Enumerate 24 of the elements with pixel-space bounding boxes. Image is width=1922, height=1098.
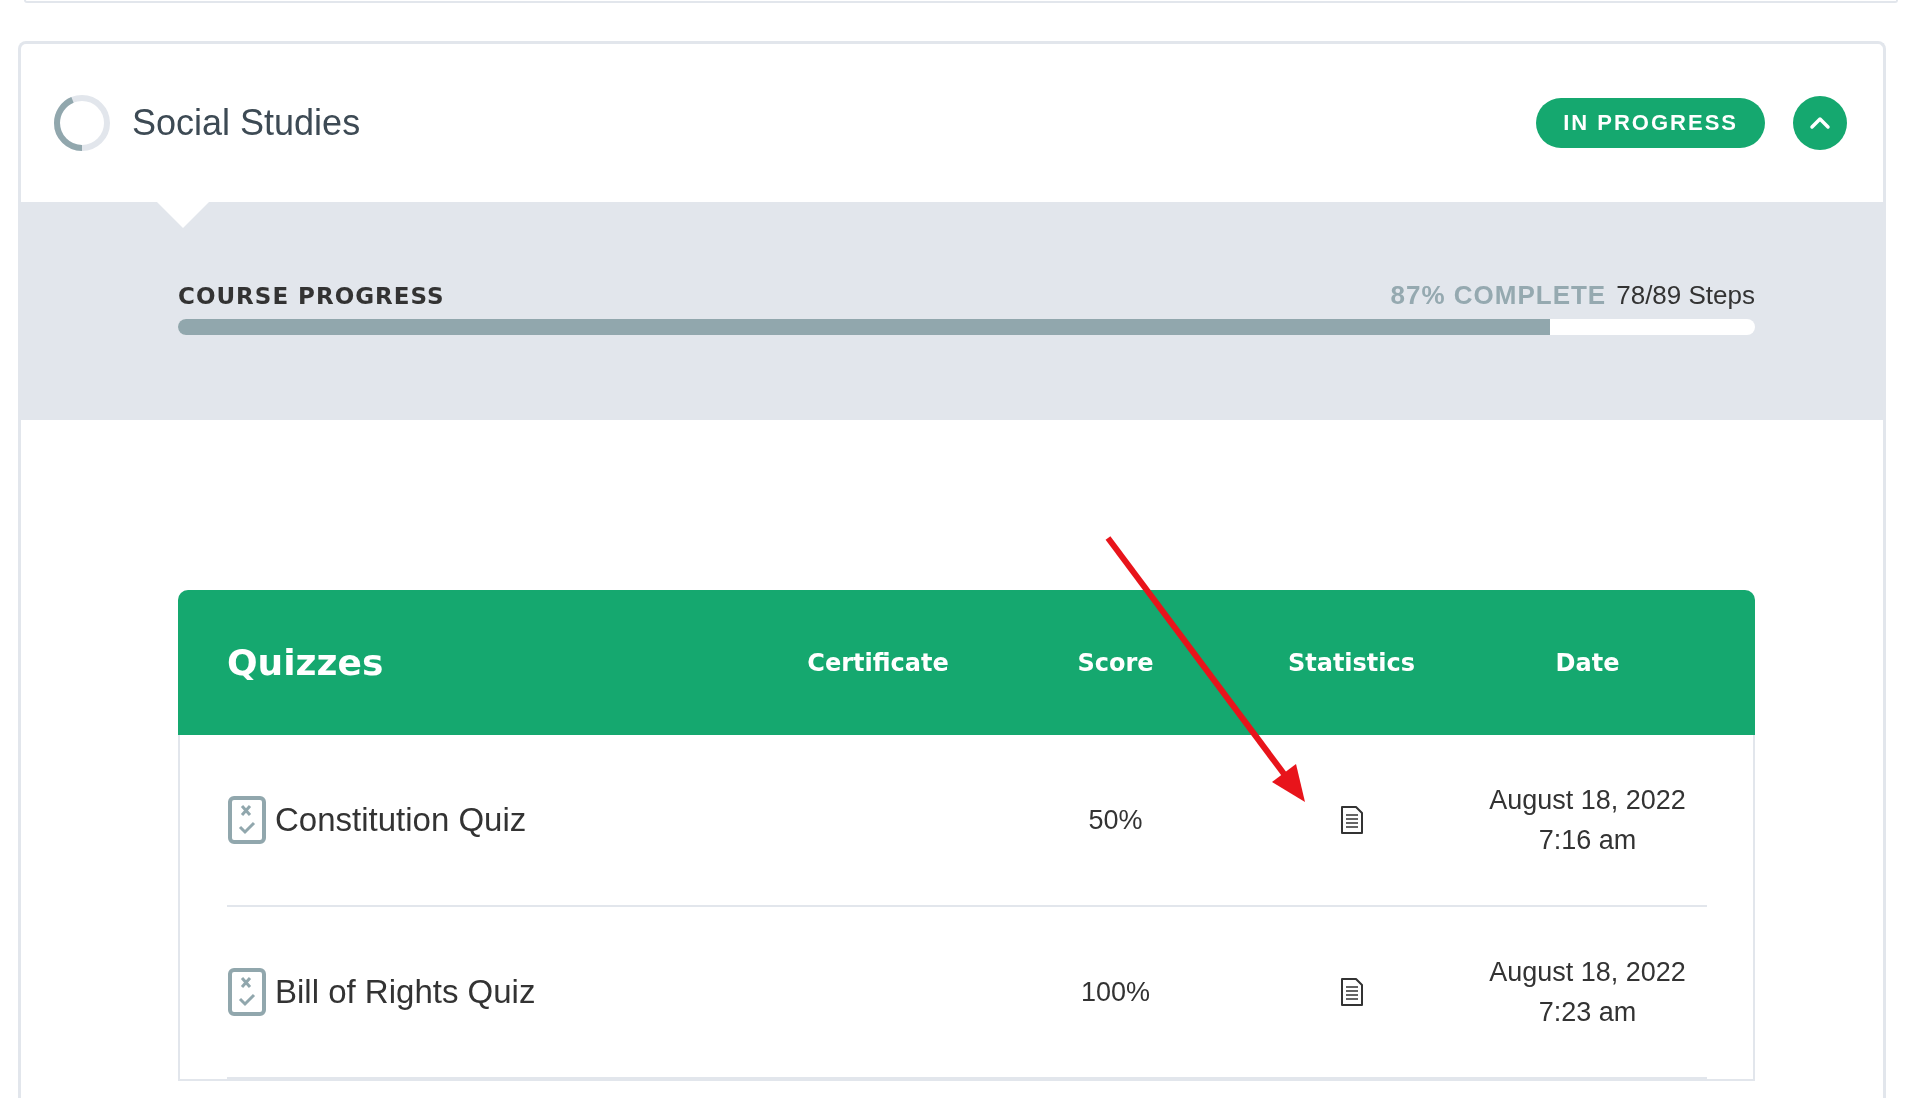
quiz-score: 100% bbox=[1079, 976, 1152, 1008]
pointer-notch bbox=[157, 202, 209, 228]
column-header: Score bbox=[1076, 648, 1155, 677]
collapse-button[interactable] bbox=[1793, 96, 1847, 150]
quiz-icon bbox=[227, 967, 267, 1017]
quiz-name[interactable]: Bill of Rights Quiz bbox=[275, 973, 536, 1011]
column-header: Quizzes bbox=[227, 642, 385, 683]
status-badge: IN PROGRESS bbox=[1536, 98, 1765, 148]
document-icon[interactable] bbox=[1339, 977, 1364, 1007]
column-header: Certificate bbox=[806, 648, 950, 677]
quiz-score: 50% bbox=[1087, 804, 1144, 836]
step-count: 78/89 Steps bbox=[1616, 280, 1755, 311]
document-icon[interactable] bbox=[1339, 805, 1364, 835]
progress-ring-icon bbox=[53, 94, 111, 152]
quiz-date: August 18, 2022 7:23 am bbox=[1488, 956, 1687, 1029]
progress-label: COURSE PROGRESS bbox=[178, 283, 446, 309]
quiz-date: August 18, 2022 7:16 am bbox=[1488, 784, 1687, 857]
quiz-icon bbox=[227, 795, 267, 845]
percent-complete: 87% COMPLETE bbox=[1390, 280, 1607, 311]
column-header: Date bbox=[1554, 648, 1621, 677]
chevron-icon bbox=[1809, 116, 1831, 130]
quiz-name[interactable]: Constitution Quiz bbox=[275, 801, 527, 839]
course-title: Social Studies bbox=[132, 102, 362, 144]
column-header: Statistics bbox=[1286, 648, 1417, 677]
